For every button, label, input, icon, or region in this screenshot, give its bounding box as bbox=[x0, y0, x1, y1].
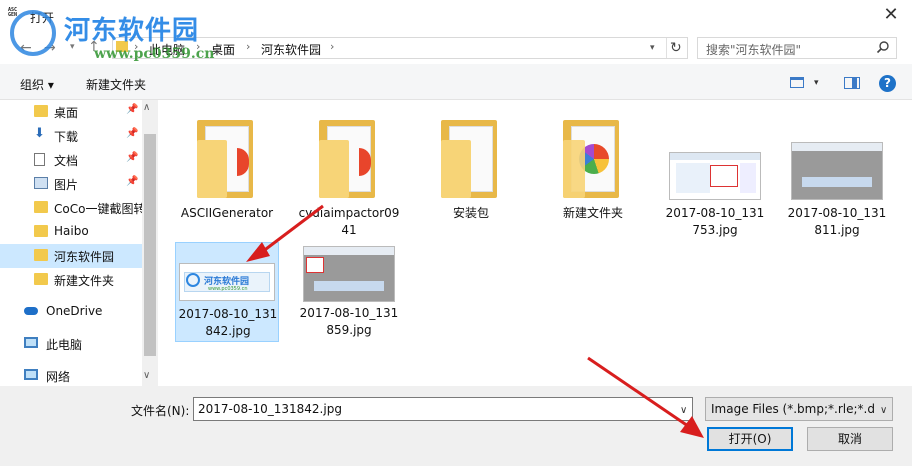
nav-item-label: 网络 bbox=[46, 370, 71, 384]
filetype-dropdown-icon[interactable]: ∨ bbox=[880, 405, 887, 416]
scroll-up-icon[interactable]: ∧ bbox=[143, 102, 150, 113]
file-item-image-131842[interactable]: 河东软件园 www.pc0359.cn 2017-08-10_131842.jp… bbox=[175, 242, 279, 342]
chevron-right-icon[interactable]: › bbox=[246, 40, 250, 53]
scroll-down-icon[interactable]: ∨ bbox=[143, 370, 150, 381]
file-name: cydiaimpactor0941 bbox=[298, 206, 400, 237]
watermark-name: 河东软件园 bbox=[64, 16, 200, 46]
pictures-icon bbox=[34, 177, 48, 189]
file-name: 新建文件夹 bbox=[562, 206, 623, 220]
folder-icon bbox=[34, 105, 48, 117]
file-item-image-131859[interactable]: 2017-08-10_131859.jpg bbox=[297, 242, 401, 342]
pin-icon: 📌 bbox=[126, 104, 139, 115]
folder-icon bbox=[34, 249, 48, 261]
file-item-new-folder[interactable]: 新建文件夹 bbox=[541, 112, 645, 242]
cancel-button[interactable]: 取消 bbox=[807, 427, 893, 451]
file-name: ASCIIGenerator bbox=[180, 206, 274, 220]
computer-icon bbox=[24, 337, 38, 348]
nav-item-coco[interactable]: CoCo一键截图转 bbox=[0, 196, 142, 220]
search-icon[interactable] bbox=[876, 40, 890, 54]
breadcrumb-desktop[interactable]: 桌面 bbox=[211, 41, 235, 58]
file-item-asciigenerator[interactable]: ASCIIGenerator bbox=[175, 112, 279, 242]
file-name: 2017-08-10_131859.jpg bbox=[299, 306, 399, 337]
file-name: 2017-08-10_131753.jpg bbox=[665, 206, 765, 237]
new-folder-button[interactable]: 新建文件夹 bbox=[86, 76, 146, 93]
close-button[interactable]: ✕ bbox=[876, 4, 906, 28]
nav-item-documents[interactable]: 文档 📌 bbox=[0, 148, 142, 172]
filename-value[interactable]: 2017-08-10_131842.jpg bbox=[198, 402, 342, 416]
nav-item-label: 新建文件夹 bbox=[54, 274, 115, 288]
file-item-cydiaimpactor[interactable]: cydiaimpactor0941 bbox=[297, 112, 401, 242]
thumb-logo-url: www.pc0359.cn bbox=[208, 286, 248, 292]
nav-scrollbar-thumb[interactable] bbox=[144, 134, 156, 356]
watermark-url: www.pc0359.cn bbox=[94, 46, 215, 62]
pin-icon: 📌 bbox=[126, 128, 139, 139]
nav-item-hedong[interactable]: 河东软件园 bbox=[0, 244, 142, 268]
cloud-icon bbox=[24, 307, 38, 315]
open-button[interactable]: 打开(O) bbox=[707, 427, 793, 451]
network-icon bbox=[24, 369, 38, 380]
divider bbox=[666, 38, 667, 58]
nav-item-label: 河东软件园 bbox=[54, 250, 115, 264]
folder-icon bbox=[34, 201, 48, 213]
file-item-installer[interactable]: 安装包 bbox=[419, 112, 523, 242]
chevron-right-icon[interactable]: › bbox=[330, 40, 334, 53]
file-item-image-131753[interactable]: 2017-08-10_131753.jpg bbox=[663, 112, 767, 242]
filetype-value: Image Files (*.bmp;*.rle;*.dib bbox=[711, 402, 875, 416]
nav-item-onedrive[interactable]: OneDrive bbox=[0, 300, 142, 324]
file-name: 安装包 bbox=[452, 206, 489, 220]
search-placeholder: 搜索"河东软件园" bbox=[706, 43, 802, 57]
download-arrow-icon: ⬇ bbox=[34, 126, 45, 141]
address-dropdown-icon[interactable]: ▾ bbox=[650, 43, 655, 53]
nav-item-desktop[interactable]: 桌面 📌 bbox=[0, 100, 142, 124]
document-icon bbox=[34, 153, 45, 166]
nav-item-network[interactable]: 网络 bbox=[0, 364, 142, 384]
folder-icon bbox=[34, 273, 48, 285]
nav-item-label: OneDrive bbox=[46, 304, 103, 318]
breadcrumb-hedong[interactable]: 河东软件园 bbox=[261, 41, 321, 58]
pin-icon: 📌 bbox=[126, 176, 139, 187]
refresh-icon[interactable]: ↻ bbox=[670, 40, 682, 56]
nav-item-pictures[interactable]: 图片 📌 bbox=[0, 172, 142, 196]
preview-pane-icon[interactable] bbox=[844, 77, 860, 89]
pin-icon: 📌 bbox=[126, 152, 139, 163]
filename-dropdown-icon[interactable]: ∨ bbox=[680, 405, 687, 416]
file-name: 2017-08-10_131842.jpg bbox=[178, 307, 278, 338]
filename-label: 文件名(N): bbox=[131, 404, 190, 418]
nav-item-downloads[interactable]: ⬇ 下载 📌 bbox=[0, 124, 142, 148]
organize-menu[interactable]: 组织 ▾ bbox=[20, 76, 54, 93]
view-mode-icon[interactable] bbox=[790, 77, 804, 88]
file-item-image-131811[interactable]: 2017-08-10_131811.jpg bbox=[785, 112, 889, 242]
view-dropdown-icon[interactable]: ▾ bbox=[814, 78, 819, 88]
nav-item-haibo[interactable]: Haibo bbox=[0, 220, 142, 244]
file-name: 2017-08-10_131811.jpg bbox=[787, 206, 887, 237]
nav-item-this-pc[interactable]: 此电脑 bbox=[0, 332, 142, 356]
nav-item-new-folder[interactable]: 新建文件夹 bbox=[0, 268, 142, 292]
folder-icon bbox=[34, 225, 48, 237]
nav-item-label: 此电脑 bbox=[46, 338, 83, 352]
nav-item-label: CoCo一键截图转 bbox=[54, 202, 142, 216]
watermark-logo-icon bbox=[10, 10, 56, 56]
nav-item-label: Haibo bbox=[54, 224, 89, 238]
help-icon[interactable]: ? bbox=[879, 75, 896, 92]
